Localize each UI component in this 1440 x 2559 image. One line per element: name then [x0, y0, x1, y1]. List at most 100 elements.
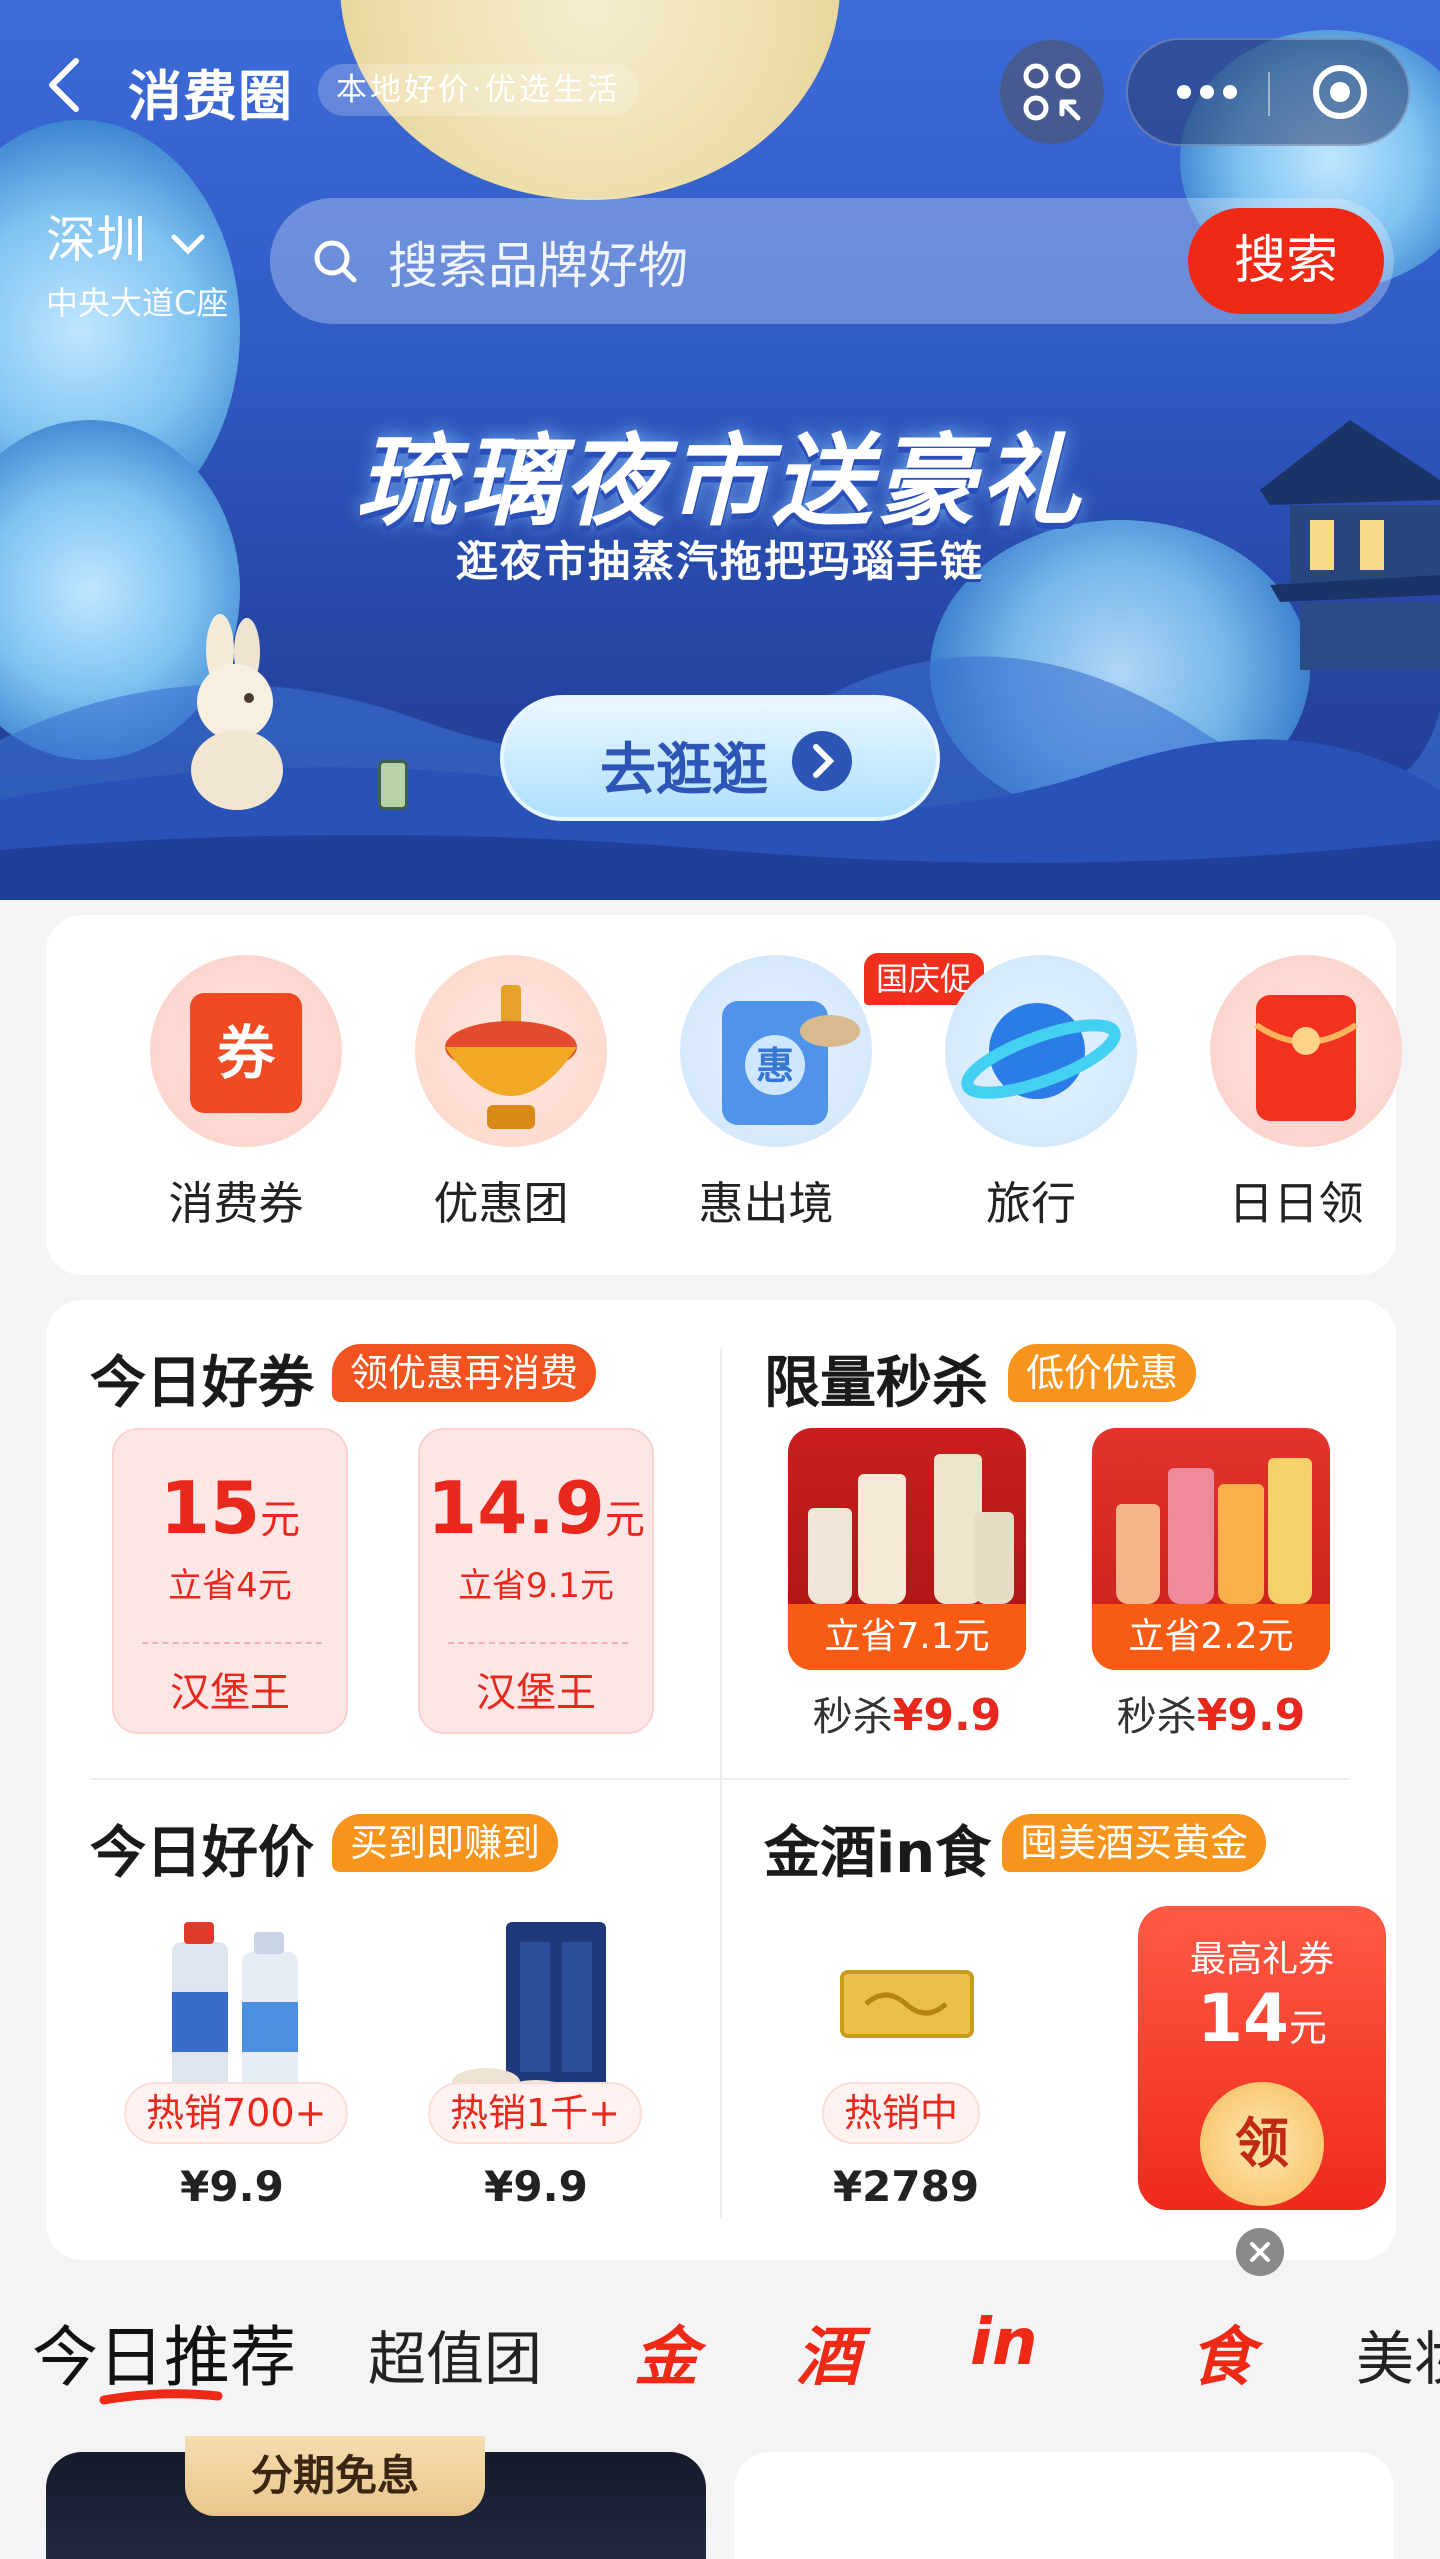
quick-item-coupons[interactable]: 券 消费券 [116, 955, 356, 1245]
address-label: 中央大道C座 [46, 284, 229, 322]
hot-sale-badge: 热销中 [822, 2082, 981, 2144]
tab-in[interactable]: in [970, 2306, 1038, 2380]
red-envelope-icon [1210, 955, 1402, 1147]
quick-item-label: 日日领 [1228, 1177, 1364, 1230]
section-title-liquor[interactable]: 金酒in食 [764, 1808, 991, 1889]
quick-item-label: 消费券 [168, 1177, 304, 1230]
coupon-amount: 15元 [159, 1466, 301, 1550]
quick-entry-card: 券 消费券 优惠团 惠 国庆促 惠出境 旅行 日日领 [46, 915, 1402, 1275]
banner-go-label: 去逛逛 [600, 738, 768, 803]
drink-cup [1218, 1484, 1264, 1604]
rabbit-decoration [191, 614, 283, 810]
flash-price: 秒杀¥9.9 [812, 1690, 1002, 1741]
city-name: 深圳 [46, 211, 146, 269]
search-icon [314, 240, 357, 283]
feed-card[interactable] [734, 2452, 1394, 2559]
gold-bar-image[interactable] [806, 1912, 1006, 2102]
svg-text:惠: 惠 [756, 1044, 794, 1088]
product-price: ¥9.9 [180, 2162, 284, 2211]
horizontal-divider [90, 1778, 1350, 1780]
tissue-product-image[interactable] [436, 1912, 636, 2102]
back-arrow-icon[interactable] [44, 55, 84, 115]
coupon-divider [142, 1642, 322, 1644]
vertical-divider [720, 1348, 722, 2218]
lantern-decoration [378, 760, 408, 810]
coupon-brand: 汉堡王 [170, 1670, 290, 1716]
product-price: ¥9.9 [484, 2162, 588, 2211]
quick-item-label: 优惠团 [433, 1177, 569, 1230]
tab-food[interactable]: 食 [1190, 2306, 1254, 2398]
product-price: ¥2789 [832, 2162, 980, 2211]
gift-coupon-popup[interactable]: 最高礼券 14元 领 [1138, 1906, 1386, 2210]
drink-cup [974, 1512, 1014, 1604]
flash-item-image[interactable]: 立省7.1元 [788, 1428, 1026, 1670]
scan-icon [1023, 63, 1081, 121]
section-tag-coupons: 领优惠再消费 [332, 1344, 597, 1402]
drink-cup [1116, 1504, 1160, 1604]
coupon-saving: 立省9.1元 [457, 1566, 615, 1606]
section-title-flash[interactable]: 限量秒杀 [764, 1338, 988, 1419]
hot-sale-badge: 热销700+ [124, 2082, 349, 2144]
active-tab-indicator [99, 2389, 223, 2405]
coupon-saving: 立省4元 [168, 1566, 292, 1606]
quick-item-daily[interactable]: 日日领 [1176, 955, 1416, 1245]
hotpot-icon [415, 955, 607, 1147]
claim-seal-button[interactable]: 领 [1200, 2082, 1324, 2206]
hot-sale-badge: 热销1千+ [428, 2082, 643, 2144]
hero-banner[interactable]: 消费圈 本地好价·优选生活 深圳 中央大道C座 搜索品牌好物 搜索 琉璃夜市送豪… [0, 0, 1440, 900]
drink-cup [1168, 1468, 1214, 1604]
mini-program-capsule [1126, 38, 1410, 146]
city-selector[interactable]: 深圳 [46, 200, 208, 272]
quick-item-label: 旅行 [985, 1177, 1076, 1230]
banner-subtitle: 逛夜市抽蒸汽拖把玛瑙手链 [455, 537, 984, 586]
search-button[interactable]: 搜索 [1188, 208, 1384, 314]
search-bar[interactable]: 搜索品牌好物 搜索 [270, 198, 1394, 324]
flash-price: 秒杀¥9.9 [1116, 1690, 1306, 1741]
tab-recommend[interactable]: 今日推荐 [32, 2304, 296, 2400]
section-tag-prices: 买到即赚到 [332, 1814, 559, 1872]
more-icon[interactable] [1172, 40, 1242, 144]
banner-go-button[interactable]: 去逛逛 [500, 695, 940, 821]
drink-cup [808, 1508, 852, 1604]
svg-text:券: 券 [217, 1019, 276, 1087]
search-input[interactable]: 搜索品牌好物 [388, 226, 688, 298]
planet-icon [945, 955, 1137, 1147]
tab-liquor[interactable]: 酒 [796, 2306, 860, 2398]
coupon-brand: 汉堡王 [476, 1670, 596, 1716]
coupon-ticket-icon: 券 [150, 955, 342, 1147]
tab-gold[interactable]: 金 [634, 2306, 698, 2398]
quick-item-travel[interactable]: 旅行 [911, 955, 1151, 1245]
spray-product-image[interactable] [132, 1912, 332, 2102]
quick-item-label: 惠出境 [698, 1177, 834, 1230]
flash-saving: 立省7.1元 [788, 1604, 1026, 1670]
tab-group-deal[interactable]: 超值团 [368, 2312, 542, 2396]
flash-item-image[interactable]: 立省2.2元 [1092, 1428, 1330, 1670]
section-title-prices[interactable]: 今日好价 [90, 1808, 314, 1889]
quick-item-group-deal[interactable]: 优惠团 [381, 955, 621, 1245]
flash-saving: 立省2.2元 [1092, 1604, 1330, 1670]
close-target-icon[interactable] [1310, 62, 1370, 122]
suitcase-icon: 惠 [680, 955, 872, 1147]
gift-coupon-title: 最高礼券 [1189, 1939, 1334, 1980]
drink-cup [1268, 1458, 1312, 1604]
coupon-divider [448, 1642, 628, 1644]
capsule-divider [1268, 72, 1270, 116]
tab-beauty[interactable]: 美妆 [1356, 2312, 1440, 2396]
coupon-card[interactable]: 14.9元 立省9.1元 汉堡王 [418, 1428, 654, 1734]
app-title: 消费圈 [128, 65, 293, 128]
banner-title: 琉璃夜市送豪礼 [356, 423, 1084, 540]
section-tag-flash: 低价优惠 [1008, 1344, 1197, 1402]
installment-badge: 分期免息 [185, 2436, 485, 2516]
drink-cup [858, 1474, 906, 1604]
chevron-down-icon [171, 234, 205, 255]
close-icon[interactable] [1236, 2228, 1284, 2276]
app-subtitle: 本地好价·优选生活 [318, 64, 639, 116]
scan-button[interactable] [1000, 40, 1104, 144]
quick-item-outbound[interactable]: 惠 国庆促 惠出境 [646, 953, 985, 1245]
section-tag-liquor: 囤美酒买黄金 [1002, 1814, 1267, 1872]
coupon-amount: 14.9元 [427, 1466, 645, 1550]
coupon-card[interactable]: 15元 立省4元 汉堡王 [112, 1428, 348, 1734]
chevron-right-icon [792, 731, 852, 791]
section-title-coupons[interactable]: 今日好券 [90, 1338, 314, 1419]
category-tabs: 今日推荐 超值团 金 酒 in 食 美妆 [0, 2290, 1440, 2410]
